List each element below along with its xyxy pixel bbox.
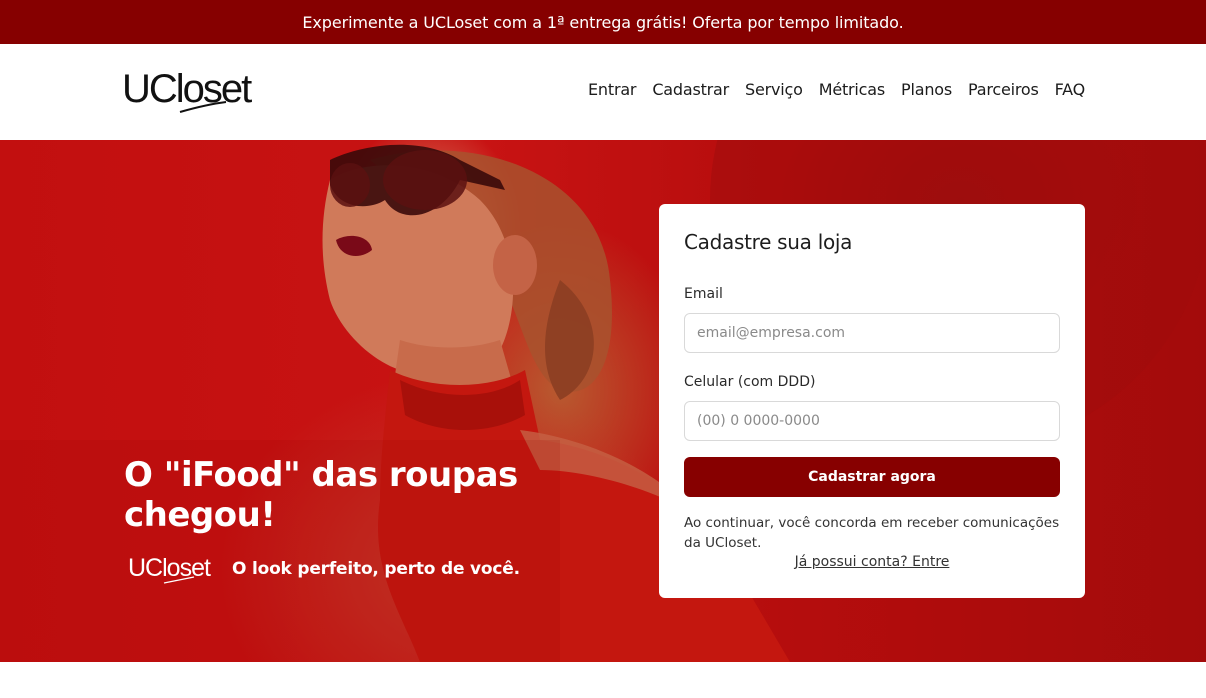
signup-card: Cadastre sua loja Email Celular (com DDD… — [659, 204, 1085, 598]
phone-label: Celular (com DDD) — [684, 374, 816, 390]
ucloset-logo[interactable]: UCloset — [122, 64, 278, 118]
consent-text: Ao continuar, você concorda em receber c… — [684, 515, 1060, 551]
promo-text: Experimente a UCLoset com a 1ª entrega g… — [302, 12, 904, 32]
hero-subtitle: O look perfeito, perto de você. — [232, 559, 520, 579]
email-label: Email — [684, 286, 723, 302]
email-field[interactable] — [684, 313, 1060, 353]
nav-servico[interactable]: Serviço — [745, 80, 803, 99]
nav-faq[interactable]: FAQ — [1055, 80, 1086, 99]
nav-metricas[interactable]: Métricas — [819, 80, 885, 99]
signup-title: Cadastre sua loja — [684, 230, 853, 254]
logo-text: UCloset — [122, 67, 252, 111]
promo-banner: Experimente a UCLoset com a 1ª entrega g… — [0, 0, 1206, 44]
hero-sub-logo-text: UCloset — [128, 554, 211, 582]
nav-planos[interactable]: Planos — [901, 80, 952, 99]
hero-title: O "iFood" das roupas chegou! — [124, 455, 518, 535]
site-header: UCloset Entrar Cadastrar Serviço Métrica… — [0, 44, 1206, 140]
nav-entrar[interactable]: Entrar — [588, 80, 636, 99]
phone-field[interactable] — [684, 401, 1060, 441]
login-link[interactable]: Já possui conta? Entre — [659, 554, 1085, 570]
main-nav: Entrar Cadastrar Serviço Métricas Planos… — [588, 80, 1085, 99]
ucloset-logo-small: UCloset — [128, 554, 212, 584]
nav-parceiros[interactable]: Parceiros — [968, 80, 1039, 99]
nav-cadastrar[interactable]: Cadastrar — [652, 80, 729, 99]
hero-tagline: UCloset O look perfeito, perto de você. — [128, 552, 520, 586]
submit-button[interactable]: Cadastrar agora — [684, 457, 1060, 497]
